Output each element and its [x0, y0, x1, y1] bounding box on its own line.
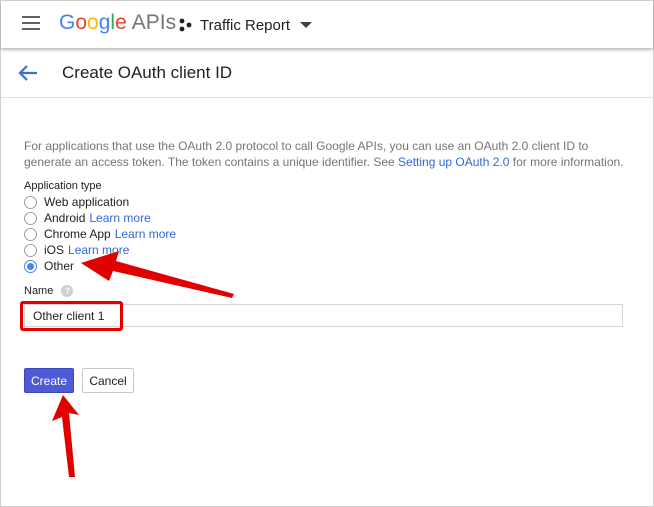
menu-icon[interactable] [22, 16, 40, 30]
radio-chrome-app[interactable]: Chrome App Learn more [24, 226, 176, 242]
name-field-label: Name ? [24, 285, 74, 297]
radio-button[interactable] [24, 227, 37, 241]
radio-android[interactable]: Android Learn more [24, 210, 176, 226]
page-title: Create OAuth client ID [62, 63, 233, 82]
radio-button-selected[interactable] [24, 259, 37, 273]
radio-label: Web application [44, 195, 130, 209]
cancel-button[interactable]: Cancel [82, 368, 134, 393]
chevron-down-icon [300, 22, 313, 28]
radio-label: iOS [44, 243, 65, 257]
application-type-label: Application type [24, 180, 102, 192]
google-apis-logo[interactable]: Google APIs [59, 11, 176, 35]
top-app-bar: Google APIs Traffic Report [1, 1, 653, 48]
learn-more-link[interactable]: Learn more [68, 243, 129, 257]
project-dots-icon [179, 18, 192, 32]
annotation-highlight-box [20, 301, 123, 331]
radio-label: Other [44, 259, 75, 273]
radio-ios[interactable]: iOS Learn more [24, 242, 176, 258]
name-label-text: Name [24, 285, 54, 297]
radio-label: Chrome App [44, 227, 111, 241]
radio-web-application[interactable]: Web application [24, 194, 176, 210]
radio-button[interactable] [24, 195, 37, 209]
back-arrow-icon[interactable] [18, 64, 38, 82]
learn-more-link[interactable]: Learn more [89, 211, 150, 225]
project-name: Traffic Report [200, 16, 291, 34]
application-type-radio-group: Web application Android Learn more Chrom… [24, 194, 176, 274]
radio-label: Android [44, 211, 86, 225]
intro-text-after: for more information. [509, 155, 624, 169]
help-icon[interactable]: ? [61, 285, 74, 297]
setting-up-oauth-link[interactable]: Setting up OAuth 2.0 [398, 155, 509, 169]
create-button[interactable]: Create [24, 368, 74, 393]
annotation-arrow-to-create [52, 395, 79, 477]
radio-button[interactable] [24, 243, 37, 257]
logo-google-text: Google [59, 11, 127, 34]
radio-other[interactable]: Other [24, 258, 176, 274]
radio-button[interactable] [24, 211, 37, 225]
project-selector[interactable]: Traffic Report [179, 14, 313, 36]
intro-text: For applications that use the OAuth 2.0 … [24, 138, 634, 170]
learn-more-link[interactable]: Learn more [115, 227, 176, 241]
page-header: Create OAuth client ID [1, 48, 653, 98]
logo-apis-text: APIs [131, 11, 177, 34]
